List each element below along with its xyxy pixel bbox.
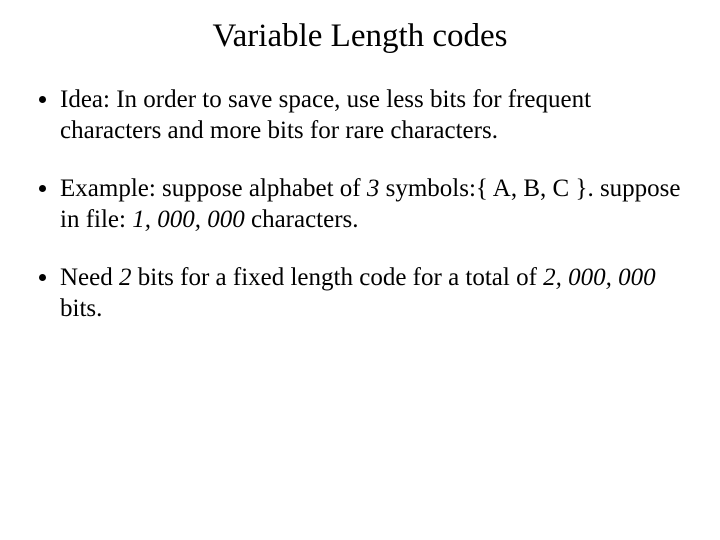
bullet-text: Idea: In order to save space, use less b… xyxy=(60,86,591,144)
list-item: Example: suppose alphabet of 3 symbols:{… xyxy=(60,174,684,235)
bullet-number: 3 xyxy=(367,175,380,202)
slide-title: Variable Length codes xyxy=(36,18,684,55)
bullet-text: bits. xyxy=(60,295,102,322)
slide: Variable Length codes Idea: In order to … xyxy=(0,0,720,540)
bullet-number: 2 xyxy=(119,264,132,291)
bullet-text: Example: suppose alphabet of xyxy=(60,175,367,202)
bullet-list: Idea: In order to save space, use less b… xyxy=(36,85,684,324)
bullet-number: 2, 000, 000 xyxy=(543,264,656,291)
list-item: Idea: In order to save space, use less b… xyxy=(60,85,684,146)
bullet-number: 1, 000, 000 xyxy=(132,206,245,233)
bullet-text: characters. xyxy=(245,206,359,233)
list-item: Need 2 bits for a fixed length code for … xyxy=(60,263,684,324)
bullet-text: Need xyxy=(60,264,119,291)
bullet-text: bits for a fixed length code for a total… xyxy=(132,264,544,291)
